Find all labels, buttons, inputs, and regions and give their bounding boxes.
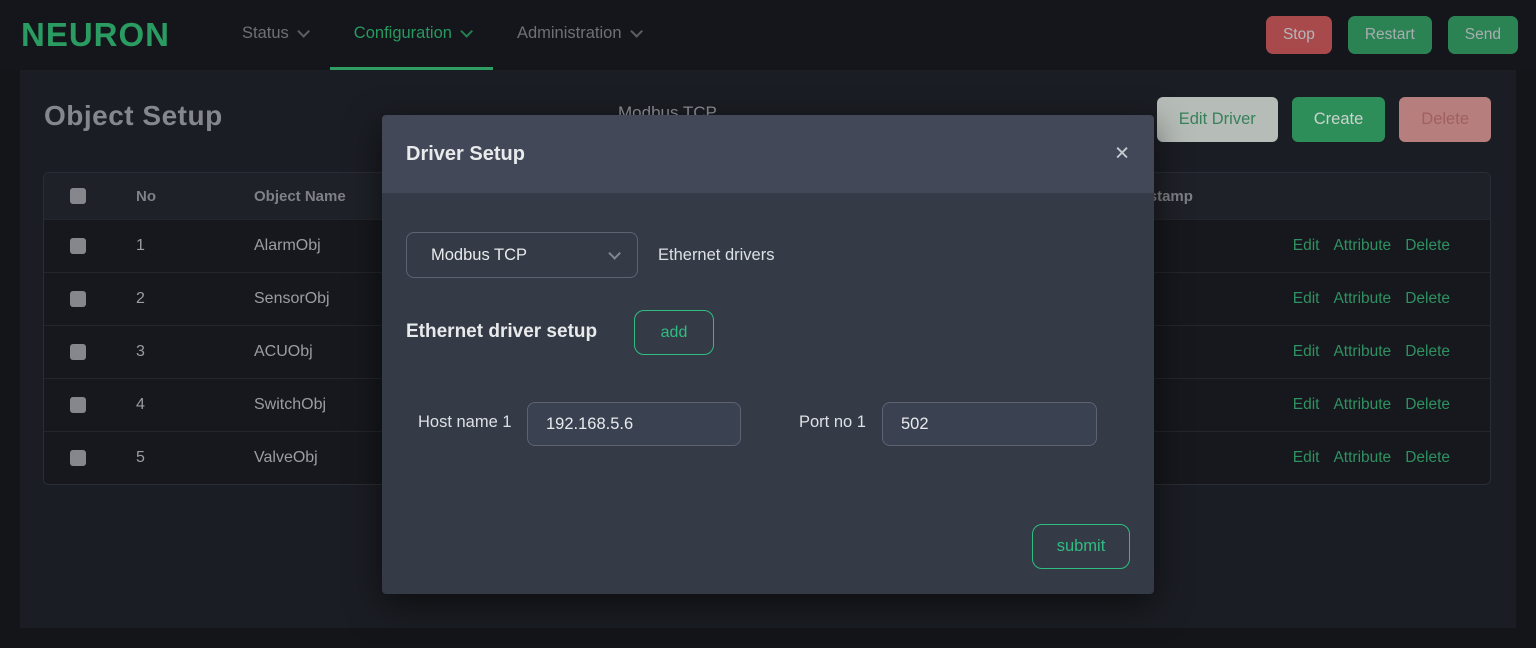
submit-button[interactable]: submit xyxy=(1032,524,1130,569)
page-title: Object Setup xyxy=(44,100,223,132)
row-edit-link[interactable]: Edit xyxy=(1293,237,1320,255)
navbar: NEURON Status Configuration Administrati… xyxy=(0,0,1536,70)
page-action-buttons: Edit Driver Create Delete xyxy=(1157,97,1491,142)
host-name-label: Host name 1 xyxy=(418,413,512,432)
row-delete-link[interactable]: Delete xyxy=(1405,290,1450,308)
driver-setup-modal: Driver Setup ✕ Modbus TCP Ethernet drive… xyxy=(382,115,1154,594)
row-attribute-link[interactable]: Attribute xyxy=(1333,396,1391,414)
modal-body: Modbus TCP Ethernet drivers Ethernet dri… xyxy=(382,193,1154,594)
main-nav: Status Configuration Administration xyxy=(218,0,662,70)
create-button[interactable]: Create xyxy=(1292,97,1386,142)
nav-item-label: Configuration xyxy=(354,24,452,43)
host-name-input[interactable] xyxy=(527,402,741,446)
row-delete-link[interactable]: Delete xyxy=(1405,396,1450,414)
app-logo: NEURON xyxy=(21,0,170,70)
select-caption: Ethernet drivers xyxy=(658,246,774,265)
row-actions: Edit Attribute Delete xyxy=(1284,290,1490,308)
row-no: 2 xyxy=(104,290,214,308)
row-actions: Edit Attribute Delete xyxy=(1284,449,1490,467)
section-title: Ethernet driver setup xyxy=(406,321,597,343)
header-checkbox-cell xyxy=(44,188,104,204)
driver-type-select[interactable]: Modbus TCP xyxy=(406,232,638,278)
row-no: 1 xyxy=(104,237,214,255)
nav-item-administration[interactable]: Administration xyxy=(493,0,663,70)
chevron-down-icon xyxy=(630,25,643,38)
row-actions: Edit Attribute Delete xyxy=(1284,396,1490,414)
nav-item-label: Administration xyxy=(517,24,622,43)
row-edit-link[interactable]: Edit xyxy=(1293,449,1320,467)
restart-button[interactable]: Restart xyxy=(1348,16,1432,54)
row-attribute-link[interactable]: Attribute xyxy=(1333,237,1391,255)
row-edit-link[interactable]: Edit xyxy=(1293,343,1320,361)
chevron-down-icon xyxy=(608,247,621,260)
nav-item-status[interactable]: Status xyxy=(218,0,330,70)
nav-action-buttons: Stop Restart Send xyxy=(1266,0,1536,70)
app-root: NEURON Status Configuration Administrati… xyxy=(0,0,1536,648)
row-edit-link[interactable]: Edit xyxy=(1293,290,1320,308)
row-checkbox[interactable] xyxy=(70,344,86,360)
row-attribute-link[interactable]: Attribute xyxy=(1333,290,1391,308)
port-no-input[interactable] xyxy=(882,402,1097,446)
modal-header: Driver Setup ✕ xyxy=(382,115,1154,193)
row-attribute-link[interactable]: Attribute xyxy=(1333,343,1391,361)
modal-title: Driver Setup xyxy=(406,143,525,166)
port-no-label: Port no 1 xyxy=(799,413,866,432)
row-checkbox[interactable] xyxy=(70,450,86,466)
add-host-button[interactable]: add xyxy=(634,310,714,355)
chevron-down-icon xyxy=(297,25,310,38)
send-button[interactable]: Send xyxy=(1448,16,1518,54)
select-all-checkbox[interactable] xyxy=(70,188,86,204)
column-header-no: No xyxy=(104,188,214,205)
delete-button[interactable]: Delete xyxy=(1399,97,1491,142)
row-edit-link[interactable]: Edit xyxy=(1293,396,1320,414)
driver-select-value: Modbus TCP xyxy=(431,246,527,265)
row-delete-link[interactable]: Delete xyxy=(1405,449,1450,467)
nav-item-configuration[interactable]: Configuration xyxy=(330,0,493,70)
edit-driver-button[interactable]: Edit Driver xyxy=(1157,97,1278,142)
row-checkbox[interactable] xyxy=(70,238,86,254)
row-checkbox[interactable] xyxy=(70,397,86,413)
stop-button[interactable]: Stop xyxy=(1266,16,1332,54)
row-no: 4 xyxy=(104,396,214,414)
nav-item-label: Status xyxy=(242,24,289,43)
row-actions: Edit Attribute Delete xyxy=(1284,343,1490,361)
row-no: 3 xyxy=(104,343,214,361)
row-no: 5 xyxy=(104,449,214,467)
row-delete-link[interactable]: Delete xyxy=(1405,237,1450,255)
row-checkbox[interactable] xyxy=(70,291,86,307)
row-delete-link[interactable]: Delete xyxy=(1405,343,1450,361)
row-actions: Edit Attribute Delete xyxy=(1284,237,1490,255)
close-icon[interactable]: ✕ xyxy=(1114,145,1130,164)
chevron-down-icon xyxy=(460,25,473,38)
row-attribute-link[interactable]: Attribute xyxy=(1333,449,1391,467)
